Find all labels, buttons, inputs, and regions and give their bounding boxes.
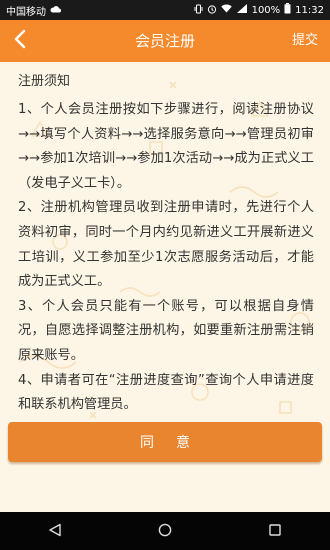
chevron-left-icon xyxy=(13,29,27,53)
registration-notice: 注册须知 1、个人会员注册按如下步骤进行，阅读注册协议→→填写个人资料→→选择服… xyxy=(0,62,330,512)
vibrate-icon xyxy=(194,4,203,17)
wifi-icon xyxy=(220,4,232,16)
status-right: 100% 11:32 xyxy=(194,3,324,17)
page-title: 会员注册 xyxy=(134,32,195,50)
rule-item: 1、个人会员注册按如下步骤进行，阅读注册协议→→填写个人资料→→选择服务意向→→… xyxy=(18,102,314,191)
system-nav-bar xyxy=(0,512,330,550)
carrier-name: 中国移动 xyxy=(6,6,46,18)
agree-button[interactable]: 同意 xyxy=(8,422,322,462)
system-home-button[interactable] xyxy=(145,512,185,550)
nav-bar: 会员注册 提交 xyxy=(0,20,330,62)
battery-icon xyxy=(284,3,291,17)
rule-item: 2、注册机构管理员收到注册申请时，先进行个人资料初审，同时一个月内约见新进义工开… xyxy=(18,200,314,290)
signal-icon xyxy=(236,4,248,16)
submit-button[interactable]: 提交 xyxy=(292,20,318,62)
back-button[interactable] xyxy=(4,25,36,57)
clock-time: 11:32 xyxy=(295,4,324,16)
notice-title: 注册须知 xyxy=(18,74,71,89)
status-bar: 中国移动 100% 11:32 xyxy=(0,0,330,20)
system-recents-button[interactable] xyxy=(255,512,295,550)
status-left: 中国移动 xyxy=(6,3,61,18)
cloud-icon xyxy=(50,5,61,16)
back-triangle-icon xyxy=(48,522,62,541)
rules-list: 1、个人会员注册按如下步骤进行，阅读注册协议→→填写个人资料→→选择服务意向→→… xyxy=(18,98,314,418)
rule-item: 4、申请者可在“注册进度查询”查询个人申请进度和联系机构管理员。 xyxy=(18,372,314,413)
system-back-button[interactable] xyxy=(35,512,75,550)
recents-square-icon xyxy=(268,522,282,541)
home-circle-icon xyxy=(158,522,172,541)
battery-level: 100% xyxy=(251,4,281,16)
alarm-icon xyxy=(207,4,217,17)
rule-item: 3、个人会员只能有一个账号，可以根据自身情况，自愿选择调整注册机构，如要重新注册… xyxy=(18,298,314,363)
